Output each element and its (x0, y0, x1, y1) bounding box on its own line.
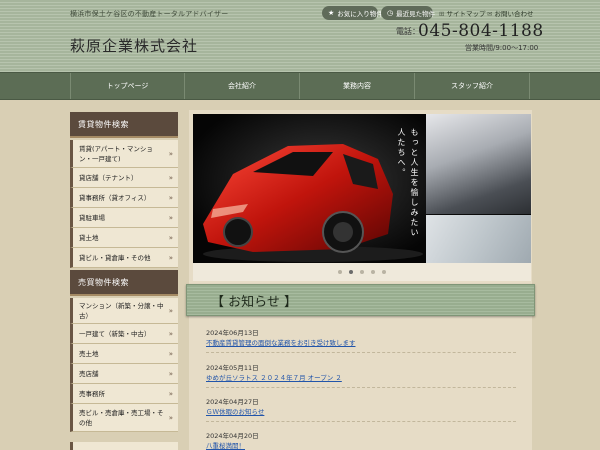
site-header: 横浜市保土ケ谷区の不動産トータルアドバイザー 萩原企業株式会社 ★ お気に入り物… (0, 0, 600, 72)
double-chevron-right-icon: » (168, 306, 173, 315)
sitemap-label: サイトマップ (446, 10, 486, 18)
news-date: 2024年05月11日 (206, 364, 259, 372)
news-link[interactable]: 八重桜満開！ (206, 440, 245, 450)
news-heading: 【 お知らせ 】 (186, 284, 535, 316)
sidebar-item-label: 売ビル・売倉庫・売工場・その他 (79, 408, 164, 427)
contact-link[interactable]: ✉ お問い合わせ (487, 8, 533, 18)
double-chevron-right-icon: » (168, 369, 173, 378)
sidebar-item-sale-office[interactable]: 売事務所 » (70, 384, 178, 404)
phone-number[interactable]: 045-804-1188 (418, 21, 544, 41)
sidebar-item-label: 賃貸(アパート・マンション・一戸建て) (79, 144, 153, 163)
sidebar-item-rental-residential[interactable]: 賃貸(アパート・マンション・一戸建て) » (70, 140, 178, 168)
star-icon: ★ (328, 9, 335, 17)
slider-dot[interactable] (382, 270, 386, 274)
favorites-button[interactable]: ★ お気に入り物件 (322, 6, 383, 20)
news-link[interactable]: ＧＷ休暇のお知らせ (206, 406, 264, 416)
contact-label: お問い合わせ (494, 10, 534, 18)
sidebar-item-sale-store[interactable]: 売店舗 » (70, 364, 178, 384)
hero-copy-text: もっと人生を愉しみたい人たちへ。 (397, 128, 419, 238)
sitemap-link[interactable]: ⊞ サイトマップ (439, 8, 485, 18)
engineer-image (426, 215, 531, 263)
slider-pagination (193, 263, 531, 281)
sidebar-item-label: 貸事務所（貸オフィス） (79, 193, 151, 202)
double-chevron-right-icon: » (168, 233, 173, 242)
company-logo[interactable]: 萩原企業株式会社 (70, 35, 198, 56)
clock-icon: ◷ (387, 9, 394, 17)
nav-item-top[interactable]: トップページ (70, 73, 185, 99)
double-chevron-right-icon: » (168, 193, 173, 202)
nav-item-services[interactable]: 業務内容 (300, 73, 415, 99)
sidebar-item-rental-other[interactable]: 貸ビル・貸倉庫・その他 » (70, 248, 178, 268)
sidebar-item-rental-store[interactable]: 貸店舗（テナント） » (70, 168, 178, 188)
sitemap-icon: ⊞ (439, 10, 445, 18)
news-divider (206, 352, 516, 353)
double-chevron-right-icon: » (168, 213, 173, 222)
site-tagline: 横浜市保土ケ谷区の不動産トータルアドバイザー (70, 10, 229, 18)
sidebar-item-label: 貸土地 (79, 233, 99, 242)
recently-viewed-label: 最近見た物件 (396, 10, 436, 18)
sidebar-item-rental-land[interactable]: 貸土地 » (70, 228, 178, 248)
rental-search-heading: 賃貸物件検索 (70, 112, 178, 138)
double-chevron-right-icon: » (168, 173, 173, 182)
sidebar-item-label: 貸駐車場 (79, 213, 105, 222)
slider-dot[interactable] (360, 270, 364, 274)
phone-label: 電話： (396, 27, 420, 36)
sidebar-item-rental-parking[interactable]: 貸駐車場 » (70, 208, 178, 228)
double-chevron-right-icon: » (168, 413, 173, 422)
double-chevron-right-icon: » (168, 389, 173, 398)
sidebar-item-label: 貸店舗（テナント） (79, 173, 138, 182)
sidebar-item-sale-other[interactable]: 売ビル・売倉庫・売工場・その他 » (70, 404, 178, 432)
news-link[interactable]: ゆめが丘ソラトス ２０２４年７月 オープン ２ (206, 372, 342, 382)
news-link[interactable]: 不動産賃貸管理の面倒な業務をお引き受け致します (206, 337, 356, 347)
sidebar-item-label: 売店舗 (79, 369, 99, 378)
double-chevron-right-icon: » (168, 149, 173, 158)
sidebar-item-label: 売土地 (79, 349, 99, 358)
sidebar-item-sale-house[interactable]: 一戸建て（新築・中古） » (70, 324, 178, 344)
main-nav: トップページ 会社紹介 業務内容 スタッフ紹介 (0, 72, 600, 100)
double-chevron-right-icon: » (168, 253, 173, 262)
news-date: 2024年04月27日 (206, 398, 259, 406)
sidebar-item-label: 売事務所 (79, 389, 105, 398)
mail-icon: ✉ (487, 10, 493, 18)
business-hours: 営業時間/9:00～17:00 (465, 44, 539, 52)
slider-dot[interactable] (338, 270, 342, 274)
sidebar-item-sale-mansion[interactable]: マンション（新築・分譲・中古） » (70, 298, 178, 324)
sidebar-next-section (70, 442, 178, 450)
sidebar-item-label: 貸ビル・貸倉庫・その他 (79, 253, 151, 262)
favorites-label: お気に入り物件 (337, 10, 383, 18)
sidebar-item-sale-land[interactable]: 売土地 » (70, 344, 178, 364)
news-date: 2024年04月20日 (206, 432, 259, 440)
nav-item-company[interactable]: 会社紹介 (185, 73, 300, 99)
news-divider (206, 387, 516, 388)
news-divider (206, 421, 516, 422)
nav-item-staff[interactable]: スタッフ紹介 (415, 73, 530, 99)
mechanic-image (426, 114, 531, 214)
recently-viewed-button[interactable]: ◷ 最近見た物件 (381, 6, 436, 20)
news-date: 2024年06月13日 (206, 329, 259, 337)
sale-search-heading: 売買物件検索 (70, 270, 178, 296)
slider-dot-active[interactable] (349, 270, 353, 274)
double-chevron-right-icon: » (168, 349, 173, 358)
sidebar-item-rental-office[interactable]: 貸事務所（貸オフィス） » (70, 188, 178, 208)
hero-slider[interactable]: もっと人生を愉しみたい人たちへ。 (193, 114, 531, 263)
sidebar-item-label: 一戸建て（新築・中古） (79, 329, 151, 338)
sidebar-item-label: マンション（新築・分譲・中古） (79, 301, 164, 320)
double-chevron-right-icon: » (168, 329, 173, 338)
slider-dot[interactable] (371, 270, 375, 274)
